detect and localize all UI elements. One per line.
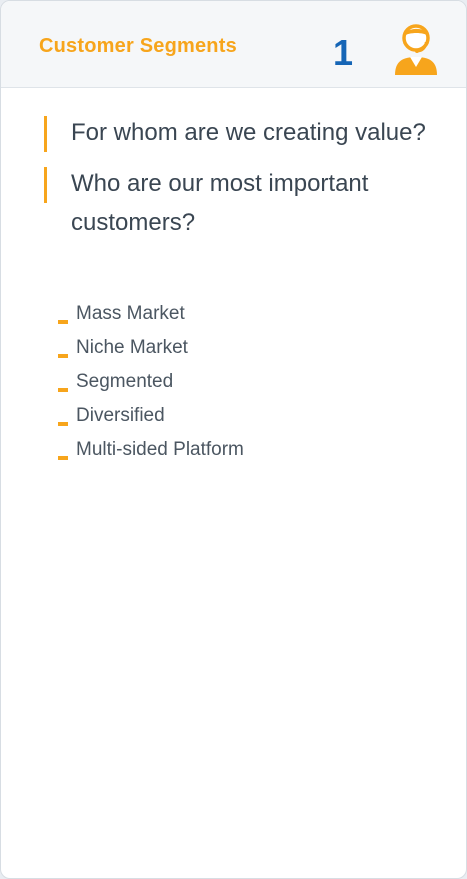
bullet-dash <box>58 320 68 324</box>
bullet-dash <box>58 388 68 392</box>
list-item: Niche Market <box>55 331 435 365</box>
list-item-label: Segmented <box>76 371 174 392</box>
question-item: For whom are we creating value? <box>41 113 441 152</box>
bullet-dash <box>58 456 68 460</box>
customer-avatar-icon <box>391 21 441 77</box>
question-text: For whom are we creating value? <box>71 119 426 146</box>
segment-types-list: Mass Market Niche Market Segmented Diver… <box>55 297 435 467</box>
list-item-label: Multi-sided Platform <box>76 439 244 460</box>
list-item: Multi-sided Platform <box>55 433 435 467</box>
card-title: Customer Segments <box>39 35 237 57</box>
customer-segments-card: Customer Segments 1 For whom are we crea… <box>0 0 467 879</box>
list-item-label: Diversified <box>76 405 165 426</box>
list-item-label: Niche Market <box>76 337 188 358</box>
segment-number: 1 <box>333 32 354 73</box>
question-accent-bar <box>44 116 47 152</box>
question-item: Who are our most important customers? <box>41 164 441 242</box>
list-item: Diversified <box>55 399 435 433</box>
bullet-dash <box>58 422 68 426</box>
question-accent-bar <box>44 167 47 203</box>
question-text: Who are our most important customers? <box>71 170 369 236</box>
key-questions: For whom are we creating value? Who are … <box>41 113 441 254</box>
card-header: Customer Segments 1 <box>1 1 466 88</box>
list-item: Mass Market <box>55 297 435 331</box>
bullet-dash <box>58 354 68 358</box>
list-item: Segmented <box>55 365 435 399</box>
list-item-label: Mass Market <box>76 303 185 324</box>
